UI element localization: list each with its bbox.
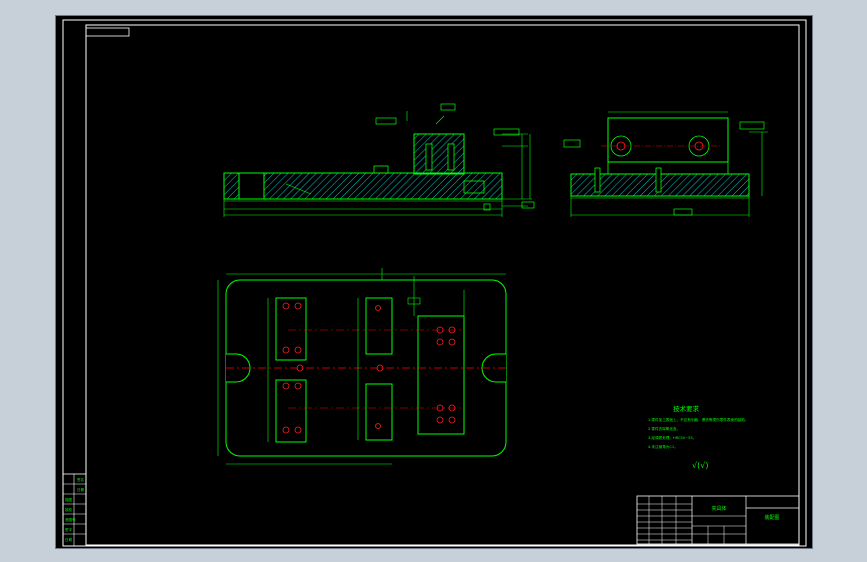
tech-requirements: 技术要求 1.零件加工表面上，不应有划痕、擦伤等损伤零件表面的缺陷。 2.零件去… [648, 404, 748, 470]
front-view [223, 103, 535, 217]
drawing-type: 装配图 [764, 514, 779, 521]
stamp-row-1: 签名 [77, 477, 84, 482]
stamp-row-4: 描校 [65, 507, 72, 512]
stamp-row-6: 签字 [65, 527, 72, 532]
stamp-row-2: 日期 [77, 487, 84, 492]
side-view [563, 111, 768, 217]
stamp-row-3: 描图 [65, 497, 72, 502]
stamp-row-5: 底图号 [65, 517, 76, 522]
tech-requirement-line-2: 2.零件去除氧化皮。 [648, 426, 680, 431]
part-name: 夹具体 [711, 505, 726, 512]
cad-drawing: 技术要求 1.零件加工表面上，不应有划痕、擦伤等损伤零件表面的缺陷。 2.零件去… [62, 19, 807, 547]
tech-requirements-title: 技术要求 [673, 404, 700, 413]
corner-tag [85, 27, 130, 37]
cad-viewport[interactable]: 技术要求 1.零件加工表面上，不应有划痕、擦伤等损伤零件表面的缺陷。 2.零件去… [55, 15, 813, 549]
tech-requirement-line-3: 3.经调质处理，HRC50~55。 [648, 435, 696, 440]
roughness-note: √(√) [692, 461, 708, 470]
stamp-row-7: 日期 [65, 537, 72, 542]
tech-requirement-line-1: 1.零件加工表面上，不应有划痕、擦伤等损伤零件表面的缺陷。 [648, 417, 748, 422]
top-view [217, 268, 507, 465]
left-stamp-table: 签名 日期 描图 描校 底图号 签字 日期 [62, 473, 87, 547]
tech-requirement-line-4: 4.未注倒角为C1。 [648, 444, 678, 449]
title-block: 夹具体 装配图 [636, 495, 800, 545]
